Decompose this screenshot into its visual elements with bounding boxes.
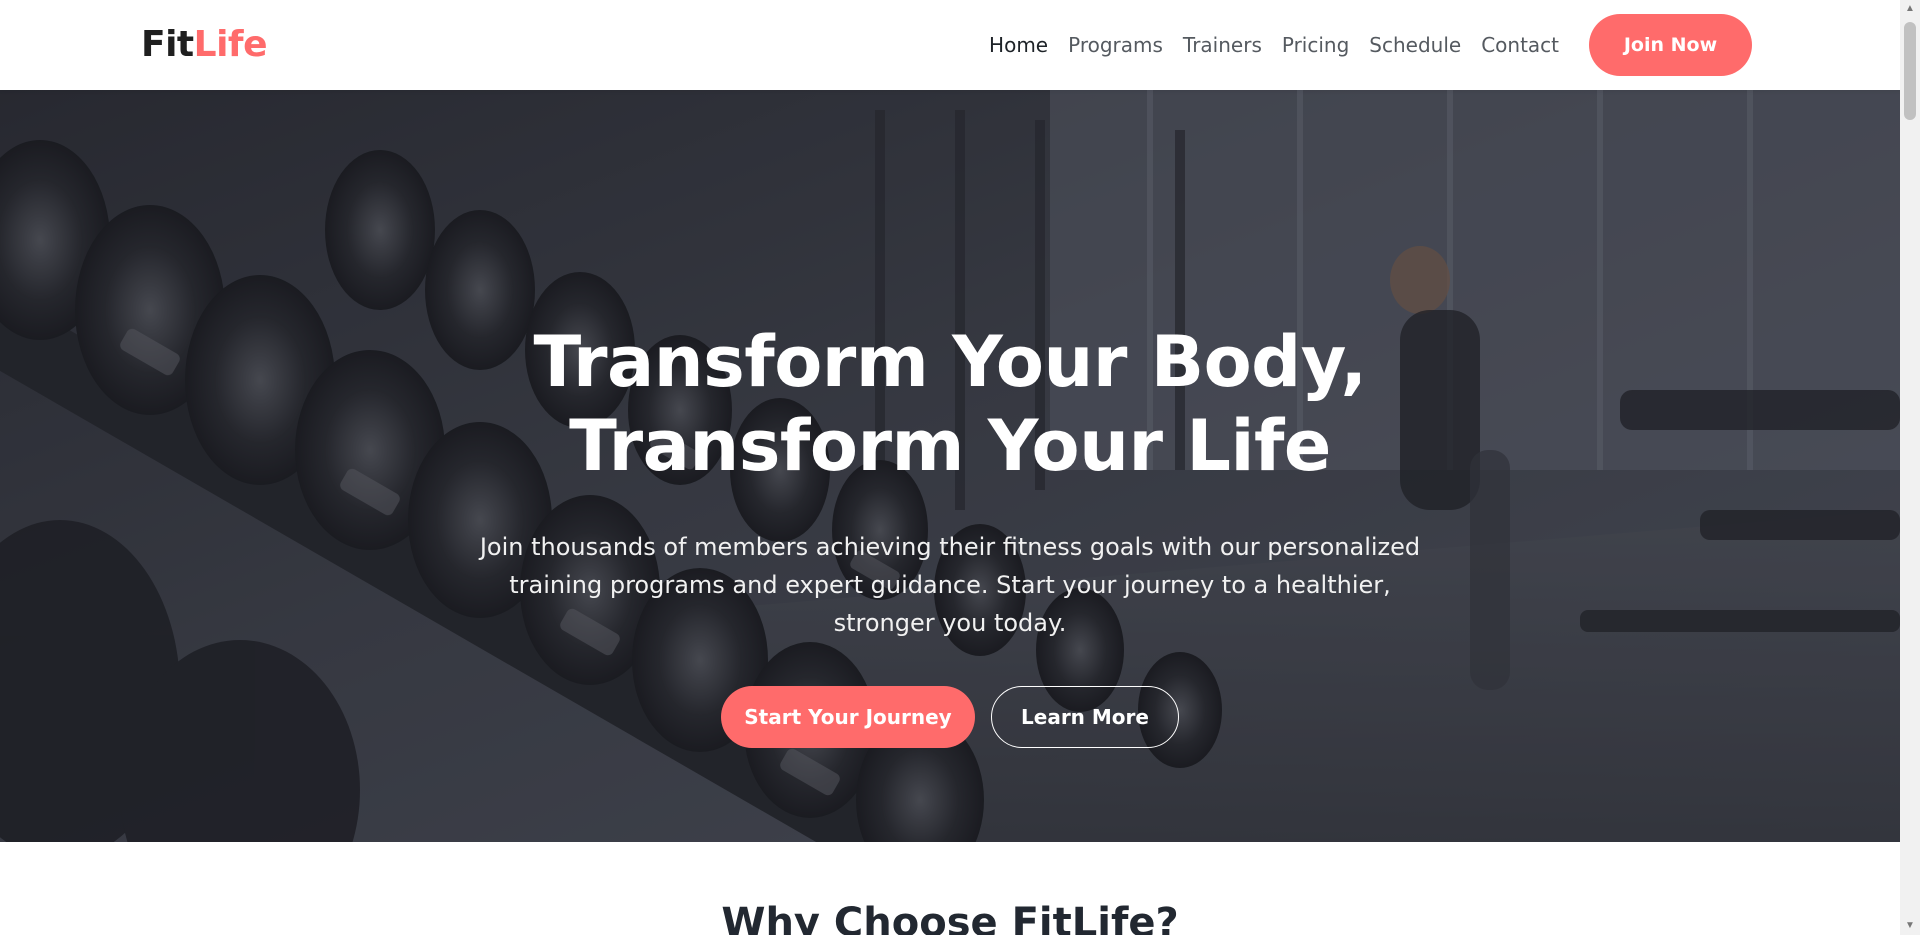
navbar: FitLife Home Programs Trainers Pricing S… [0, 0, 1900, 90]
hero-title-line-1: Transform Your Body, [533, 321, 1367, 403]
nav-link-schedule[interactable]: Schedule [1369, 33, 1461, 57]
vertical-scrollbar[interactable]: ▲ ▼ [1900, 0, 1920, 935]
nav-link-contact[interactable]: Contact [1481, 33, 1559, 57]
hero-buttons: Start Your Journey Learn More [0, 686, 1900, 748]
page: FitLife Home Programs Trainers Pricing S… [0, 0, 1900, 935]
nav-link-home[interactable]: Home [989, 33, 1048, 57]
start-your-journey-button[interactable]: Start Your Journey [721, 686, 975, 748]
hero-title: Transform Your Body, Transform Your Life [0, 320, 1900, 488]
nav-link-pricing[interactable]: Pricing [1282, 33, 1349, 57]
scrollbar-thumb[interactable] [1904, 22, 1916, 120]
why-choose-section: Why Choose FitLife? [0, 842, 1900, 935]
triangle-up-icon[interactable]: ▲ [1900, 0, 1920, 18]
join-now-button[interactable]: Join Now [1589, 14, 1752, 76]
nav-link-programs[interactable]: Programs [1068, 33, 1163, 57]
nav-links: Home Programs Trainers Pricing Schedule … [989, 14, 1752, 76]
why-choose-title: Why Choose FitLife? [721, 900, 1179, 935]
logo-part-life: Life [193, 24, 268, 65]
logo-part-fit: Fit [141, 24, 194, 65]
logo[interactable]: FitLife [141, 22, 268, 68]
hero-subtitle: Join thousands of members achieving thei… [479, 533, 1421, 637]
hero-title-line-2: Transform Your Life [569, 405, 1331, 487]
hero-section: Transform Your Body, Transform Your Life… [0, 90, 1900, 842]
learn-more-button[interactable]: Learn More [991, 686, 1179, 748]
nav-link-trainers[interactable]: Trainers [1183, 33, 1262, 57]
triangle-down-icon[interactable]: ▼ [1900, 917, 1920, 935]
hero-content: Transform Your Body, Transform Your Life… [0, 320, 1900, 748]
